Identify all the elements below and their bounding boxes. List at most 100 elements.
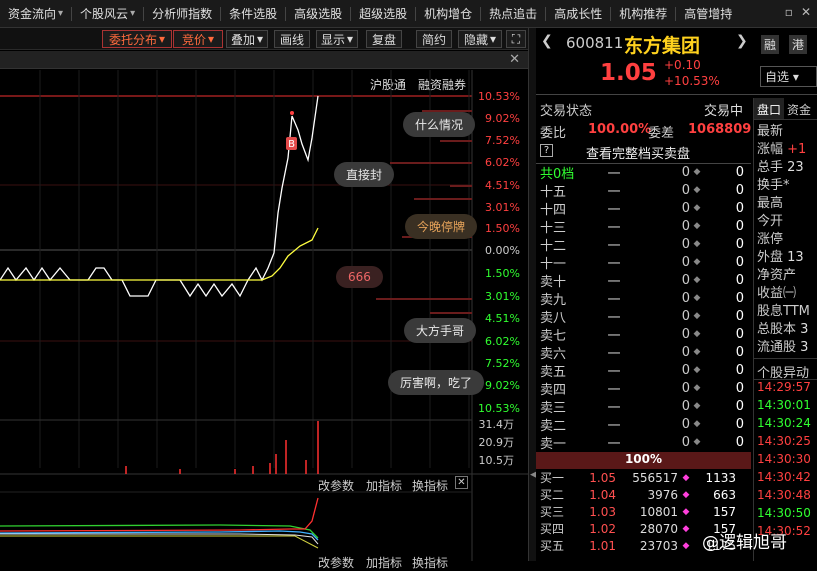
top-menu-bar: 资金流向 ▾ 个股风云 ▾ 分析师指数 条件选股 高级选股 超级选股 机构增仓 热点追击 高成长性机… [0,0,817,28]
high-dot [290,111,294,115]
side-row: 最新 [754,120,817,138]
order-row[interactable]: 卖四一 0 ◆ 0 [536,379,751,398]
close-icon[interactable]: ✕ [801,5,811,19]
order-count: 0 [735,308,744,324]
menu-item-1[interactable]: 个股风云 ▾ [72,0,143,28]
order-row[interactable]: 卖一一 0 ◆ 0 [536,433,751,452]
menu-item-7[interactable]: 热点追击 [481,0,545,28]
menu-item-8[interactable]: 高成长性 [546,0,610,28]
alert-time[interactable]: 14:30:25 [754,434,817,452]
side-row: 今开 [754,210,817,228]
menu-item-4[interactable]: 高级选股 [286,0,350,28]
order-price: 一 [607,346,621,362]
diamond-icon: ◆ [693,185,701,195]
order-label: 十三 [540,220,567,236]
order-label: 卖二 [540,418,567,434]
bid-price: 1.05 [589,470,616,485]
order-row[interactable]: 十四一 0 ◆ 0 [536,199,751,218]
diamond-icon: ◆ [693,221,701,231]
alert-time[interactable]: 14:29:57 [754,380,817,398]
order-row[interactable]: 卖三一 0 ◆ 0 [536,397,751,416]
menu-item-0[interactable]: 资金流向 ▾ [0,0,71,28]
rong-badge[interactable]: 融 [761,35,780,54]
order-count: 0 [735,254,744,270]
pct-up-label: 0.00% [485,244,520,257]
ind-swap-2[interactable]: 换指标 [412,554,448,571]
order-row[interactable]: 卖八一 0 ◆ 0 [536,307,751,326]
tab-zijin[interactable]: 资金 [784,98,814,119]
order-row[interactable]: 十二一 0 ◆ 0 [536,235,751,254]
diamond-icon: ◆ [693,419,701,429]
order-label: 卖六 [540,346,567,362]
avg-price-line [0,227,319,281]
order-book: 共0档一 0 ◆ 0 十五一 0 ◆ 0 十四一 0 ◆ 0 十三一 0 ◆ 0 十二一 0 ◆ 0 十一一 0 ◆ 0 卖十一… [536,163,751,554]
order-row[interactable]: 共0档一 0 ◆ 0 [536,163,751,182]
ind-swap-1[interactable]: 换指标 [412,477,448,494]
alert-time[interactable]: 14:30:30 [754,452,817,470]
order-row[interactable]: 十三一 0 ◆ 0 [536,217,751,236]
stock-code: 600811 [566,34,624,52]
comment-bubble[interactable]: 大方手哥 [404,318,477,343]
bid-label: 买二 [540,488,565,502]
order-row[interactable]: 卖十一 0 ◆ 0 [536,271,751,290]
menu-item-label: 高管增持 [684,7,733,21]
comment-bubble[interactable]: 厉害啊，吃了 [388,370,485,395]
ind-param-1[interactable]: 改参数 [318,477,354,494]
order-count: 0 [735,290,744,306]
bid-row[interactable]: 买二 1.04 3976 ◆ 663 [536,486,751,503]
comment-bubble[interactable]: 直接封 [334,162,395,187]
side-row-value: 3 [796,322,809,336]
menu-item-6[interactable]: 机构增仓 [416,0,480,28]
menu-item-label: 分析师指数 [152,7,213,21]
order-row[interactable]: 卖二一 0 ◆ 0 [536,415,751,434]
menu-item-10[interactable]: 高管增持 [676,0,740,28]
bid-row[interactable]: 买一 1.05 556517 ◆ 1133 [536,469,751,486]
menu-item-label: 超级选股 [359,7,408,21]
divider-scroll[interactable]: ◀ [528,28,537,561]
help-icon[interactable]: ? [540,144,553,157]
comment-bubble[interactable]: 今晚停牌 [405,214,478,239]
pct-up-label: 6.02% [485,156,520,169]
order-row[interactable]: 十五一 0 ◆ 0 [536,181,751,200]
side-row: 最高 [754,192,817,210]
bid-volume: 10801 [639,504,678,519]
order-row[interactable]: 卖九一 0 ◆ 0 [536,289,751,308]
ind-add-1[interactable]: 加指标 [366,477,402,494]
order-row[interactable]: 十一一 0 ◆ 0 [536,253,751,272]
order-row[interactable]: 卖五一 0 ◆ 0 [536,361,751,380]
yidong-header[interactable]: 个股异动 [754,358,817,381]
gang-badge[interactable]: 港 [789,35,808,54]
indicator-line-yellow [0,535,319,549]
chevron-down-icon: ▾ [58,8,64,19]
comment-bubble[interactable]: 什么情况 [403,112,476,137]
alert-time[interactable]: 14:30:01 [754,398,817,416]
order-price: 一 [607,274,621,290]
ind-add-2[interactable]: 加指标 [366,554,402,571]
menu-item-5[interactable]: 超级选股 [351,0,415,28]
zixuan-button[interactable]: 自选 ▾ [760,66,817,87]
alert-time[interactable]: 14:30:48 [754,488,817,506]
bid-row[interactable]: 买三 1.03 10801 ◆ 157 [536,503,751,520]
chevron-left-icon[interactable]: ❮ [541,33,553,49]
menu-item-3[interactable]: 条件选股 [221,0,285,28]
order-row[interactable]: 卖七一 0 ◆ 0 [536,325,751,344]
order-label: 卖五 [540,364,567,380]
alert-time[interactable]: 14:30:42 [754,470,817,488]
chevron-right-icon[interactable]: ❯ [736,33,748,49]
menu-item-2[interactable]: 分析师指数 [144,0,220,28]
side-row-value: 3 [796,340,809,354]
order-row[interactable]: 卖六一 0 ◆ 0 [536,343,751,362]
comment-bubble[interactable]: 666 [336,266,383,288]
close-icon[interactable]: ✕ [455,476,468,489]
alert-time[interactable]: 14:30:24 [754,416,817,434]
ind-param-2[interactable]: 改参数 [318,554,354,571]
pct-down-label: 9.02% [485,379,520,392]
restore-icon[interactable]: ▫ [785,5,793,19]
alert-time[interactable]: 14:30:50 [754,506,817,524]
bid-volume: 556517 [632,470,678,485]
view-full-link[interactable]: 查看完整档买卖盘 [586,143,690,162]
side-row-label: 今开 [757,214,784,228]
tab-pankou[interactable]: 盘口 [754,98,785,119]
menu-item-9[interactable]: 机构推荐 [611,0,675,28]
order-price: 一 [607,418,621,434]
